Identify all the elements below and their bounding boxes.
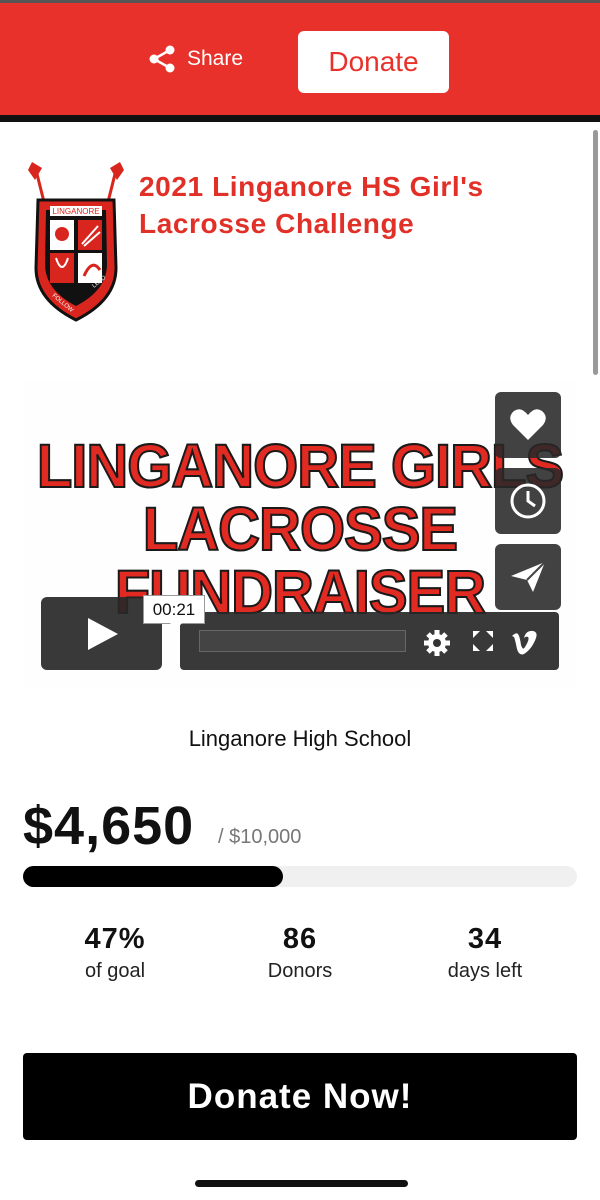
video-title-line-1: LINGANORE GIRLS <box>36 432 565 501</box>
send-icon <box>511 561 546 592</box>
top-bar: Share Donate <box>0 3 600 115</box>
campaign-title: 2021 Linganore HS Girl's Lacrosse Challe… <box>139 171 484 239</box>
gear-icon[interactable] <box>423 629 451 657</box>
fundraising-progress-fill <box>23 866 284 887</box>
stat-label: days left <box>447 960 523 982</box>
amount-raised: $4,650 <box>23 796 195 856</box>
video-player[interactable]: LINGANORE GIRLS LACROSSE FUNDRAISER <box>23 380 577 688</box>
share-button[interactable]: Share <box>147 43 243 75</box>
stat-percent-goal: 47% of goal <box>25 923 205 983</box>
stat-donors: 86 Donors <box>210 923 390 983</box>
svg-text:LINGANORE: LINGANORE <box>52 207 99 216</box>
play-icon <box>87 617 118 650</box>
fullscreen-icon[interactable] <box>471 629 495 653</box>
share-video-button[interactable] <box>495 544 561 610</box>
clock-icon <box>510 483 546 519</box>
video-title-line-2: LACROSSE <box>142 495 459 564</box>
school-crest-logo: LINGANORE FOLLOW LEAD <box>28 162 124 322</box>
organization-name: Linganore High School <box>188 726 412 751</box>
vimeo-icon[interactable] <box>510 629 538 655</box>
home-indicator <box>195 1180 408 1187</box>
share-icon <box>149 45 175 73</box>
stat-value: 47% <box>84 923 146 955</box>
heart-icon <box>510 409 546 440</box>
header-donate-button[interactable]: Donate <box>298 31 449 93</box>
video-control-bar <box>180 612 559 670</box>
like-button[interactable] <box>495 392 561 458</box>
scrollbar[interactable] <box>593 130 598 375</box>
fundraising-progress-bar <box>23 866 577 887</box>
stat-days-left: 34 days left <box>395 923 575 983</box>
stat-label: of goal <box>84 960 146 982</box>
video-timestamp: 00:21 <box>143 595 205 630</box>
header-divider <box>0 115 600 122</box>
video-progress-bar[interactable] <box>199 630 406 652</box>
share-label: Share <box>187 47 244 70</box>
goal-amount: / $10,000 <box>218 826 302 848</box>
donate-now-button[interactable]: Donate Now! <box>23 1053 577 1140</box>
stat-label: Donors <box>267 960 333 982</box>
watch-later-button[interactable] <box>495 468 561 534</box>
stat-value: 86 <box>282 923 318 955</box>
stat-value: 34 <box>467 923 503 955</box>
